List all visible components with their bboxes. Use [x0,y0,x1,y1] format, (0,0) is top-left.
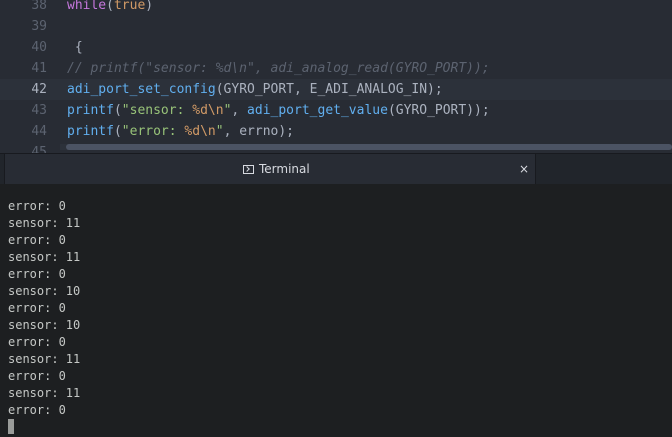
code-text: // printf("sensor: %d\n", adi_analog_rea… [67,58,490,79]
terminal-line: error: 0 [8,233,66,247]
terminal-line: sensor: 11 [8,386,81,400]
code-editor[interactable]: 38 while(true) 39 40 {41// printf("sensor: … [0,0,672,153]
code-token: %d\n [184,124,216,139]
line-number: 39 [31,19,47,34]
tab-terminal-label: Terminal [259,162,310,176]
code-token: ( [106,0,114,13]
code-text: { [67,37,83,58]
terminal-line: error: 0 [8,403,66,417]
terminal-line: sensor: 11 [8,216,81,230]
code-token: (GYRO_PORT, E_ADI_ANALOG_IN); [215,82,443,97]
code-line[interactable]: 42 adi_port_set_config(GYRO_PORT, E_ADI_A… [0,79,672,100]
terminal-line: sensor: 11 [8,352,81,366]
line-number: 43 [31,103,47,118]
tab-terminal-label-wrap: Terminal [243,154,310,185]
code-token: adi_port_set_config [67,82,216,97]
code-token: "sensor: [121,103,193,118]
tab-terminal[interactable]: Terminal × [4,154,536,185]
code-token: , errno); [223,124,295,139]
terminal-output[interactable]: error: 0 sensor: 11 error: 0 sensor: 11 erro… [0,184,672,437]
code-line[interactable]: 38 while(true) [0,0,672,16]
terminal-cursor [8,419,14,434]
code-token: "error: [121,124,185,139]
code-token: // printf("sensor: %d\n", adi_analog_rea… [67,61,490,76]
line-number: 42 [31,82,47,97]
code-token: { [67,40,83,55]
code-token: " [215,124,224,139]
line-number: 38 [31,0,47,13]
code-token: ) [145,0,154,13]
close-icon[interactable]: × [519,154,529,185]
code-line[interactable]: 44 printf("error: %d\n", errno); [0,121,672,142]
code-text: while(true) [67,0,153,16]
line-number: 45 [31,145,47,153]
code-token: , [231,103,248,118]
terminal-line: sensor: 11 [8,250,81,264]
code-token: ( [113,103,122,118]
line-number: 40 [31,40,47,55]
code-line[interactable]: 39 [0,16,672,37]
terminal-tab-bar: Terminal × [0,153,672,185]
terminal-line: error: 0 [8,335,66,349]
code-line[interactable]: 43 printf("sensor: %d\n", adi_port_get_va… [0,100,672,121]
code-token: %d\n [192,103,224,118]
code-token: (GYRO_PORT)); [387,103,490,118]
code-text: printf("error: %d\n", errno); [67,121,294,142]
terminal-line: error: 0 [8,267,66,281]
terminal-icon [243,165,254,174]
code-token: while [67,0,107,13]
terminal-line: error: 0 [8,301,66,315]
code-line[interactable]: 41 // printf("sensor: %d\n", adi_analog_r… [0,58,672,79]
code-text: adi_port_set_config(GYRO_PORT, E_ADI_ANA… [67,79,443,100]
terminal-line: error: 0 [8,369,66,383]
code-token: true [113,0,146,13]
code-token: printf [67,103,114,118]
code-token: adi_port_get_value [247,103,388,118]
terminal-line: error: 0 [8,199,66,213]
code-token: printf [67,124,114,139]
code-line[interactable]: 40 { [0,37,672,58]
code-token: ( [113,124,122,139]
terminal-line: sensor: 10 [8,284,81,298]
terminal-line: sensor: 10 [8,318,81,332]
code-text: printf("sensor: %d\n", adi_port_get_valu… [67,100,490,121]
horizontal-scrollbar[interactable] [60,144,672,150]
line-number: 41 [31,61,47,76]
horizontal-scrollbar-thumb[interactable] [66,144,672,150]
line-number: 44 [31,124,47,139]
